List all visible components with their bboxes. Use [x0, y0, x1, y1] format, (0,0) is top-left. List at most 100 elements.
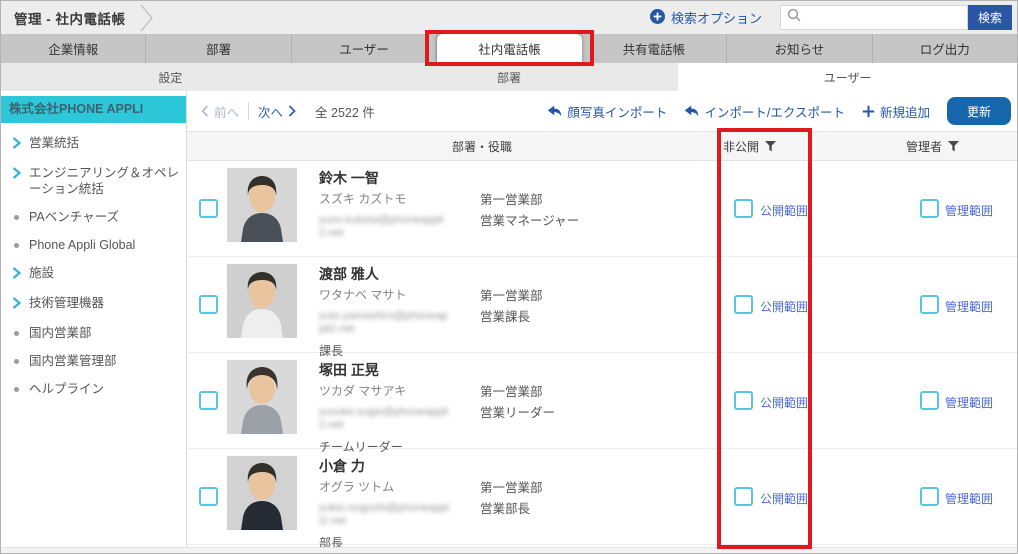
subtab-departments[interactable]: 部署 [339, 63, 679, 91]
user-identity: 渡部 雅人 ワタナベ マサト yuto.yamashiro@phoneappli… [319, 266, 471, 359]
department-name: 第一営業部 [480, 289, 543, 303]
user-row: 小倉 力 オグラ ツトム yukio.nogoshi@phoneappli2.n… [187, 449, 1017, 550]
tab-users[interactable]: ユーザー [292, 34, 438, 63]
main-tab-bar: 企業情報 部署 ユーザー 社内電話帳 共有電話帳 お知らせ ログ出力 [1, 34, 1017, 63]
row-checkbox[interactable] [199, 295, 218, 314]
visibility-checkbox[interactable] [734, 295, 753, 314]
search-box [780, 5, 968, 30]
list-toolbar: 前へ 次へ 全 2522 件 顔写真インポート インポート/エクスポート 新規追… [187, 91, 1017, 131]
admin-checkbox[interactable] [920, 487, 939, 506]
add-new-button[interactable]: 新規追加 [862, 102, 930, 121]
sidebar-item-facilities[interactable]: 施設 [1, 259, 186, 289]
user-name: 渡部 雅人 [319, 266, 379, 282]
user-department: 第一営業部 営業部長 [480, 478, 543, 520]
department-name: 第一営業部 [480, 481, 543, 495]
department-name: 第一営業部 [480, 193, 543, 207]
search-button[interactable]: 検索 [968, 5, 1012, 30]
admin-checkbox[interactable] [920, 391, 939, 410]
tab-announcements[interactable]: お知らせ [727, 34, 873, 63]
user-row: 鈴木 一智 スズキ カズトモ yuzo.kubota@phoneappli2.n… [187, 161, 1017, 257]
sidebar-item-pa-ventures[interactable]: PAベンチャーズ [1, 203, 186, 231]
search-icon [787, 8, 801, 27]
admin-range-link[interactable]: 管理範囲 [945, 394, 993, 411]
filter-funnel-icon [765, 140, 777, 151]
role-name: 営業リーダー [480, 406, 556, 420]
user-kana: オグラ ツトム [319, 480, 395, 494]
user-row: 塚田 正晃 ツカダ マサアキ yusuke.sugio@phoneappli2.… [187, 353, 1017, 454]
admin-checkbox[interactable] [920, 295, 939, 314]
tab-company-info[interactable]: 企業情報 [1, 34, 147, 63]
chevron-right-icon [12, 267, 22, 283]
toolbar-actions: 顔写真インポート インポート/エクスポート 新規追加 更新 [547, 91, 1011, 131]
tab-shared-directory[interactable]: 共有電話帳 [582, 34, 728, 63]
sidebar-item-domestic-sales-admin[interactable]: 国内営業管理部 [1, 347, 186, 375]
update-button[interactable]: 更新 [947, 97, 1011, 125]
department-sidebar: 株式会社PHONE APPLI 営業統括 エンジニアリング＆オペレーション統括 … [1, 91, 187, 549]
chevron-right-icon [12, 137, 22, 153]
sidebar-company-root[interactable]: 株式会社PHONE APPLI [1, 96, 186, 123]
search-options-button[interactable]: 検索オプション [649, 8, 762, 27]
pagination: 前へ 次へ 全 2522 件 [201, 91, 375, 131]
admin-range-link[interactable]: 管理範囲 [945, 490, 993, 507]
bullet-icon [14, 331, 19, 336]
import-arrow-icon [548, 105, 562, 116]
subtab-users[interactable]: ユーザー [678, 63, 1017, 91]
admin-range-link[interactable]: 管理範囲 [945, 298, 993, 315]
sidebar-item-domestic-sales[interactable]: 国内営業部 [1, 319, 186, 347]
row-checkbox[interactable] [199, 391, 218, 410]
visibility-checkbox[interactable] [734, 391, 753, 410]
column-header-admin[interactable]: 管理者 [906, 132, 960, 160]
user-email-blurred: yukio.nogoshi@phoneappli2.net [319, 502, 449, 527]
search-options-label: 検索オプション [670, 11, 762, 26]
row-checkbox[interactable] [199, 487, 218, 506]
user-row: 渡部 雅人 ワタナベ マサト yuto.yamashiro@phoneappli… [187, 257, 1017, 358]
user-photo [227, 264, 297, 338]
sidebar-item-tech-equipment[interactable]: 技術管理機器 [1, 289, 186, 319]
photo-import-button[interactable]: 顔写真インポート [547, 102, 667, 121]
sidebar-item-phone-appli-global[interactable]: Phone Appli Global [1, 231, 186, 259]
role-name: 営業部長 [480, 502, 531, 516]
search-input[interactable] [801, 9, 967, 26]
row-checkbox[interactable] [199, 199, 218, 218]
divider [248, 102, 250, 120]
plus-icon [862, 105, 875, 117]
user-name: 鈴木 一智 [319, 170, 379, 186]
sub-tab-bar: 設定 部署 ユーザー [1, 63, 1017, 91]
user-name: 小倉 力 [319, 458, 365, 474]
admin-range-link[interactable]: 管理範囲 [945, 202, 993, 219]
visibility-range-link[interactable]: 公開範囲 [760, 298, 808, 315]
sidebar-item-engineering-operations[interactable]: エンジニアリング＆オペレーション統括 [1, 159, 186, 203]
prev-page-button[interactable]: 前へ [201, 102, 239, 121]
visibility-checkbox[interactable] [734, 487, 753, 506]
chevron-right-icon [288, 105, 296, 117]
chevron-left-icon [201, 105, 209, 117]
visibility-range-link[interactable]: 公開範囲 [760, 490, 808, 507]
bullet-icon [14, 215, 19, 220]
tab-departments[interactable]: 部署 [146, 34, 292, 63]
tab-log-export[interactable]: ログ出力 [873, 34, 1017, 63]
visibility-checkbox[interactable] [734, 199, 753, 218]
user-department: 第一営業部 営業課長 [480, 286, 543, 328]
user-identity: 小倉 力 オグラ ツトム yukio.nogoshi@phoneappli2.n… [319, 458, 471, 551]
user-kana: スズキ カズトモ [319, 192, 407, 206]
import-export-button[interactable]: インポート/エクスポート [684, 102, 845, 121]
sidebar-item-sales-division[interactable]: 営業統括 [1, 129, 186, 159]
subtab-settings[interactable]: 設定 [1, 63, 340, 91]
visibility-range-link[interactable]: 公開範囲 [760, 202, 808, 219]
bullet-icon [14, 359, 19, 364]
plus-circle-icon [649, 8, 665, 27]
visibility-range-link[interactable]: 公開範囲 [760, 394, 808, 411]
next-page-button[interactable]: 次へ [258, 102, 296, 121]
user-email-blurred: yuzo.kubota@phoneappli2.net [319, 214, 444, 239]
user-email-blurred: yusuke.sugio@phoneappli2.net [319, 406, 449, 431]
search-area: 検索オプション 検索 [649, 1, 1012, 34]
total-count: 全 2522 件 [315, 105, 375, 120]
column-header-private[interactable]: 非公開 [723, 132, 777, 160]
window-bottom-edge [1, 547, 1017, 553]
user-department: 第一営業部 営業マネージャー [480, 190, 579, 232]
sidebar-item-helpline[interactable]: ヘルプライン [1, 375, 186, 403]
top-bar: 管理 - 社内電話帳 検索オプション 検索 [1, 1, 1017, 34]
tab-internal-directory[interactable]: 社内電話帳 [437, 34, 582, 63]
user-kana: ツカダ マサアキ [319, 384, 407, 398]
admin-checkbox[interactable] [920, 199, 939, 218]
